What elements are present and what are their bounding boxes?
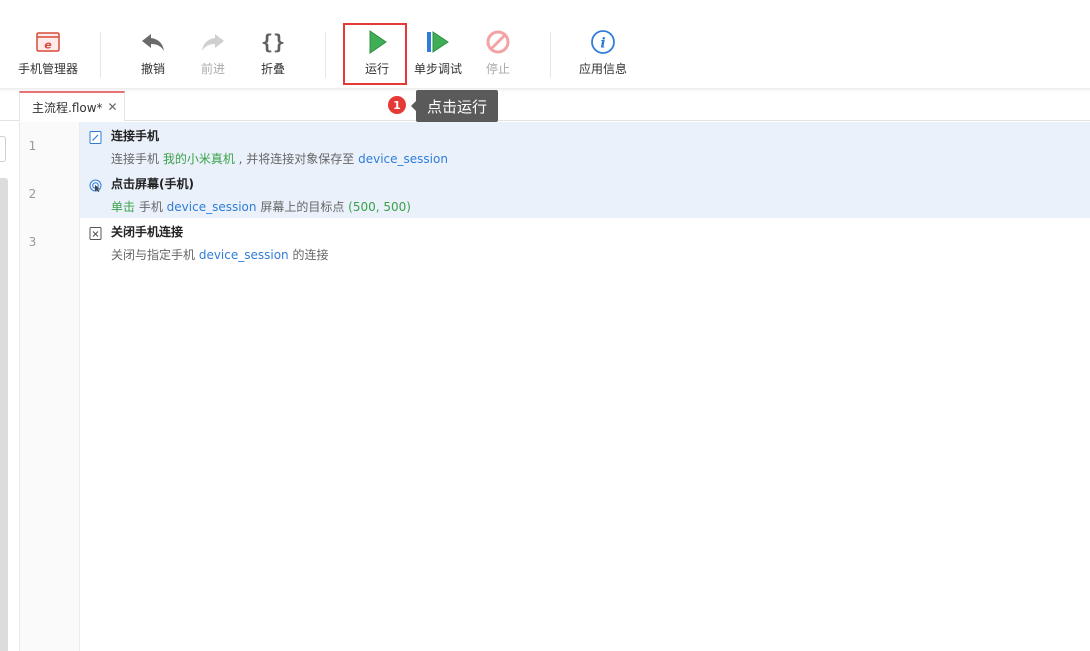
tap-screen-icon [89,177,102,192]
connect-phone-icon [89,129,102,144]
flow-step-tap-screen[interactable]: 点击屏幕(手机) 单击 手机 device_session 屏幕上的目标点 (5… [80,170,1090,218]
desc-variable: device_session [166,200,257,214]
run-button-highlight [343,23,407,85]
tab-main-flow[interactable]: 主流程.flow* ✕ [19,91,125,121]
line-number: 3 [28,235,37,249]
phone-manager-label: 手机管理器 [18,62,79,76]
flow-step-close-phone[interactable]: 关闭手机连接 关闭与指定手机 device_session 的连接 [80,218,1090,266]
line-number: 1 [28,139,37,153]
left-panel-edge [0,122,8,651]
left-panel-scrollbar[interactable] [0,178,8,651]
redo-icon [199,28,227,56]
left-panel-input-edge[interactable] [0,136,6,162]
desc-text: 屏幕上的目标点 [256,200,349,214]
step-title: 连接手机 [111,129,160,143]
step-description: 单击 手机 device_session 屏幕上的目标点 (500, 500) [111,198,411,215]
line-number: 2 [28,187,37,201]
desc-variable: device_session [358,152,448,166]
step-debug-label: 单步调试 [414,62,463,76]
undo-button[interactable]: 撤销 [138,28,168,78]
stop-label: 停止 [485,62,510,76]
fold-braces-icon: {} [259,28,287,56]
fold-label: 折叠 [260,62,285,76]
step-description: 关闭与指定手机 device_session 的连接 [111,246,329,263]
desc-text: , 并将连接对象保存至 [234,152,359,166]
toolbar-divider [100,32,101,78]
svg-text:e: e [44,39,52,52]
redo-button[interactable]: 前进 [198,28,228,78]
stop-button[interactable]: 停止 [484,28,512,78]
app-info-button[interactable]: i 应用信息 [578,28,628,78]
fold-button[interactable]: {} 折叠 [258,28,288,78]
close-icon[interactable]: ✕ [108,100,118,114]
phone-manager-icon: e [34,28,62,56]
redo-label: 前进 [200,62,225,76]
flow-step-connect-phone[interactable]: 连接手机 连接手机 我的小米真机 , 并将连接对象保存至 device_sess… [80,122,1090,170]
info-icon: i [589,28,617,56]
desc-text: 关闭与指定手机 [111,248,199,262]
step-debug-button[interactable]: 单步调试 [414,28,462,78]
svg-text:i: i [600,36,605,52]
undo-label: 撤销 [140,62,165,76]
step-debug-icon [424,28,452,56]
step-number-badge: 1 [388,96,406,114]
step-title: 关闭手机连接 [111,225,184,239]
app-info-label: 应用信息 [578,62,627,76]
desc-device-name: 我的小米真机 [162,152,235,166]
step-title: 点击屏幕(手机) [111,177,194,191]
desc-variable: device_session [198,248,289,262]
tab-label: 主流程.flow* [32,100,103,115]
undo-icon [139,28,167,56]
toolbar-divider [325,32,326,78]
svg-text:{}: {} [261,30,285,54]
step-description: 连接手机 我的小米真机 , 并将连接对象保存至 device_session [111,150,448,167]
run-tooltip: 点击运行 [411,90,498,122]
desc-text: 的连接 [288,248,329,262]
toolbar: e 手机管理器 撤销 前进 {} 折叠 运行 单步调试 停止 i 应用信息 [0,0,1090,90]
desc-action: 单击 [111,200,136,214]
phone-manager-button[interactable]: e 手机管理器 [18,28,78,78]
desc-coordinates: (500, 500) [348,200,411,214]
close-connection-icon [89,225,102,240]
line-gutter: 1 2 3 [19,122,80,651]
desc-text: 连接手机 [111,152,163,166]
toolbar-divider [550,32,551,78]
stop-icon [484,28,512,56]
desc-text: 手机 [135,200,167,214]
tab-bar: 主流程.flow* ✕ [0,91,1090,121]
